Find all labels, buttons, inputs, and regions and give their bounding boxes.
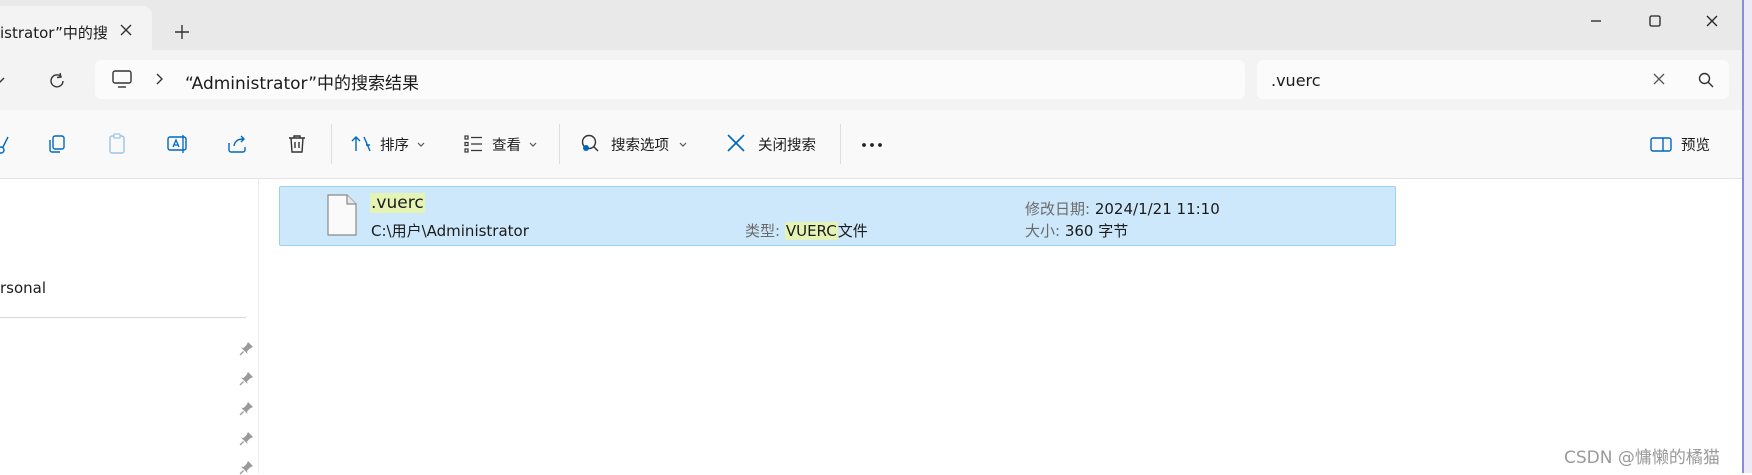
toolbar-divider (331, 124, 332, 164)
search-icon[interactable] (1697, 71, 1715, 89)
close-icon (1706, 15, 1718, 27)
pin-icon[interactable] (239, 341, 254, 356)
watermark: CSDN @慵懒的橘猫 (1564, 448, 1720, 468)
chevron-down-icon[interactable] (678, 141, 688, 149)
file-size: 大小: 360 字节 (1025, 222, 1129, 240)
more-options-icon[interactable] (860, 131, 886, 157)
search-options-icon[interactable] (577, 131, 603, 157)
pin-icon[interactable] (239, 371, 254, 386)
copy-icon[interactable] (45, 131, 71, 157)
window-edge (1742, 0, 1752, 473)
tab-close-icon[interactable] (117, 21, 135, 39)
file-modified-date: 修改日期: 2024/1/21 11:10 (1025, 200, 1220, 218)
toolbar-divider (559, 124, 560, 164)
title-bar (0, 0, 1742, 50)
search-options-button[interactable]: 搜索选项 (611, 134, 669, 155)
sort-button[interactable]: 排序 (380, 134, 409, 155)
new-tab-icon[interactable] (172, 22, 192, 42)
minimize-icon (1591, 20, 1601, 22)
file-type: 类型: VUERC文件 (745, 222, 868, 240)
search-query[interactable]: .vuerc (1271, 71, 1321, 90)
address-path[interactable]: “Administrator”中的搜索结果 (185, 69, 419, 94)
cut-icon[interactable] (0, 131, 26, 157)
refresh-icon[interactable] (45, 69, 69, 93)
view-icon[interactable] (461, 131, 487, 157)
nav-item-personal[interactable]: rsonal (0, 279, 46, 297)
preview-pane-icon[interactable] (1648, 131, 1674, 157)
chevron-right-icon[interactable] (154, 72, 164, 86)
toolbar-divider (840, 124, 841, 164)
file-icon (326, 194, 358, 236)
pin-icon[interactable] (239, 401, 254, 416)
chevron-down-icon[interactable] (528, 141, 538, 149)
file-name[interactable]: .vuerc (370, 193, 425, 213)
close-search-button[interactable]: 关闭搜索 (758, 134, 816, 155)
maximize-button[interactable] (1629, 9, 1681, 33)
minimize-button[interactable] (1570, 9, 1622, 33)
maximize-icon (1649, 15, 1661, 27)
rename-icon[interactable] (165, 131, 191, 157)
tab-title: istrator”中的搜 (0, 24, 108, 42)
sort-icon[interactable] (348, 131, 374, 157)
share-icon[interactable] (225, 131, 251, 157)
close-button[interactable] (1686, 9, 1738, 33)
close-search-icon[interactable] (724, 131, 750, 157)
this-pc-icon[interactable] (111, 69, 133, 89)
chevron-down-icon[interactable] (416, 141, 426, 149)
nav-divider (0, 317, 246, 318)
file-path: C:\用户\Administrator (371, 222, 529, 240)
view-button[interactable]: 查看 (492, 134, 521, 155)
clear-search-icon[interactable] (1651, 71, 1667, 87)
up-arrow-icon[interactable] (0, 70, 14, 90)
preview-button[interactable]: 预览 (1681, 134, 1710, 155)
navigation-pane (0, 179, 259, 473)
delete-icon[interactable] (284, 131, 310, 157)
paste-icon[interactable] (105, 131, 131, 157)
pin-icon[interactable] (239, 431, 254, 446)
